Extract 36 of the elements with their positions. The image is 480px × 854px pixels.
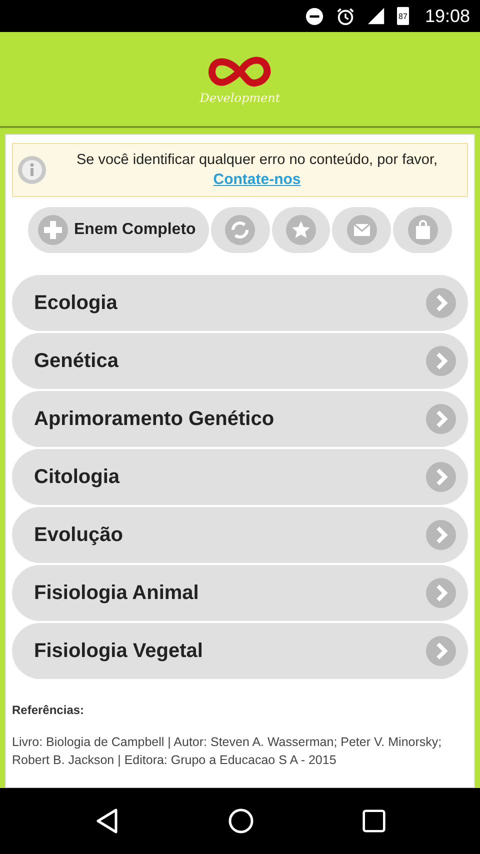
logo-text: Development <box>200 91 280 105</box>
back-icon[interactable] <box>94 808 120 834</box>
mail-icon <box>346 215 377 245</box>
clock-time: 19:08 <box>424 6 470 26</box>
signal-icon <box>366 7 385 25</box>
chevron-right-icon <box>426 346 456 376</box>
topic-item[interactable]: Fisiologia Animal <box>12 565 468 621</box>
topic-item[interactable]: Ecologia <box>12 275 468 331</box>
references-title: Referências: <box>12 703 84 717</box>
alarm-icon <box>336 6 355 26</box>
refresh-icon <box>225 215 256 245</box>
recents-icon[interactable] <box>362 809 386 833</box>
chevron-right-icon <box>426 578 456 608</box>
do-not-disturb-icon <box>304 6 324 26</box>
mail-button[interactable] <box>332 207 392 253</box>
battery-icon: 87 <box>396 7 409 25</box>
topic-item[interactable]: Citologia <box>12 449 468 505</box>
star-button[interactable] <box>272 207 330 253</box>
bag-icon <box>408 215 438 245</box>
topic-item[interactable]: Genética <box>12 333 468 389</box>
chevron-right-icon <box>426 636 456 666</box>
home-icon[interactable] <box>228 808 254 834</box>
notice-text: Se você identificar qualquer erro no conteúdo, por favor, <box>76 151 438 170</box>
bag-button[interactable] <box>393 207 452 253</box>
topic-item[interactable]: Evolução <box>12 507 468 563</box>
refresh-button[interactable] <box>210 207 270 253</box>
enem-button[interactable]: Enem Completo <box>28 207 209 253</box>
plus-icon <box>38 215 68 245</box>
chevron-right-icon <box>426 288 456 318</box>
chevron-right-icon <box>426 520 456 550</box>
topic-item[interactable]: Aprimoramento Genético <box>12 391 468 447</box>
info-icon <box>17 155 47 185</box>
chevron-right-icon <box>426 462 456 492</box>
topic-item[interactable]: Fisiologia Vegetal <box>12 623 468 679</box>
chevron-right-icon <box>426 404 456 434</box>
reference-text: Livro: Biologia de Campbell | Autor: Steven A. Wasserman; Peter V. Minorsky; Robert B. Jackson | Editora: Grupo a Educacao S A - 2015 <box>12 734 443 769</box>
